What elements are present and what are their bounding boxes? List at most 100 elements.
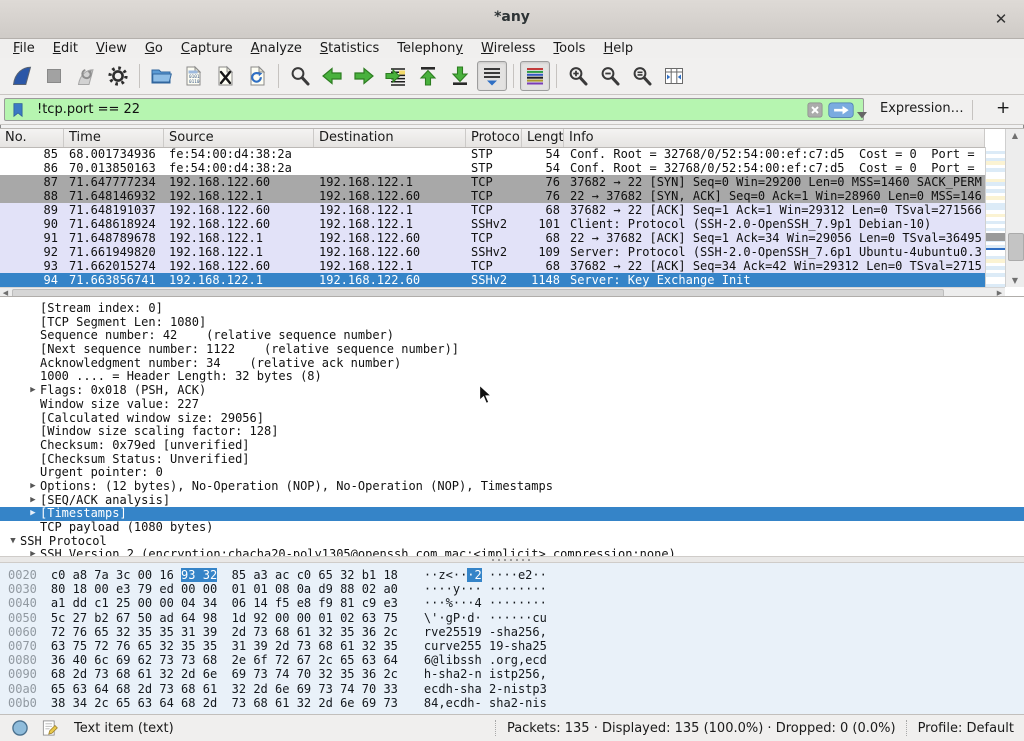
hex-ascii[interactable]: ···%···4 ········ [398, 596, 547, 610]
go-back-icon[interactable] [317, 61, 347, 91]
go-forward-icon[interactable] [349, 61, 379, 91]
column-header-length[interactable]: Length [522, 129, 564, 147]
packet-row-94[interactable]: 9471.663856741192.168.122.1192.168.122.6… [0, 273, 985, 287]
detail-row[interactable]: [Calculated window size: 29056] [0, 412, 1024, 426]
detail-row[interactable]: ▶SSH Version 2 (encryption:chacha20-poly… [0, 548, 1024, 556]
detail-row[interactable]: TCP payload (1080 bytes) [0, 521, 1024, 535]
column-header-source[interactable]: Source [164, 129, 314, 147]
hex-row-0080[interactable]: 008036 40 6c 69 62 73 73 68 2e 6f 72 67 … [8, 653, 1024, 667]
column-header-info[interactable]: Info [564, 129, 985, 147]
vscroll-thumb[interactable] [1008, 233, 1024, 261]
packet-row-93[interactable]: 9371.662015274192.168.122.60192.168.122.… [0, 259, 985, 273]
packet-row-89[interactable]: 8971.648191037192.168.122.60192.168.122.… [0, 203, 985, 217]
hex-ascii[interactable]: ecdh-sha 2-nistp3 [398, 682, 547, 696]
hex-row-0060[interactable]: 006072 76 65 32 35 35 31 39 2d 73 68 61 … [8, 625, 1024, 639]
hex-bytes[interactable]: 72 76 65 32 35 35 31 39 2d 73 68 61 32 3… [51, 625, 398, 639]
hex-row-0050[interactable]: 00505c 27 b2 67 50 ad 64 98 1d 92 00 00 … [8, 611, 1024, 625]
detail-row[interactable]: Window size value: 227 [0, 398, 1024, 412]
menu-capture[interactable]: Capture [172, 40, 242, 57]
zoom-in-icon[interactable] [563, 61, 593, 91]
scroll-up-icon[interactable]: ▲ [1006, 129, 1024, 142]
detail-row[interactable]: Sequence number: 42 (relative sequence n… [0, 329, 1024, 343]
hex-bytes[interactable]: 80 18 00 e3 79 ed 00 00 01 01 08 0a d9 8… [51, 582, 398, 596]
menu-wireless[interactable]: Wireless [472, 40, 544, 57]
hex-row-00b0[interactable]: 00b038 34 2c 65 63 64 68 2d 73 68 61 32 … [8, 696, 1024, 710]
hex-row-0040[interactable]: 0040a1 dd c1 25 00 00 04 34 06 14 f5 e8 … [8, 596, 1024, 610]
detail-row[interactable]: ▶[SEQ/ACK analysis] [0, 494, 1024, 508]
hex-ascii[interactable]: ··z<···2 ····e2·· [398, 568, 547, 582]
zoom-reset-icon[interactable] [627, 61, 657, 91]
detail-row[interactable]: [Window size scaling factor: 128] [0, 425, 1024, 439]
detail-row[interactable]: Checksum: 0x79ed [unverified] [0, 439, 1024, 453]
column-header-protocol[interactable]: Protocol [466, 129, 522, 147]
hex-bytes[interactable]: a1 dd c1 25 00 00 04 34 06 14 f5 e8 f9 8… [51, 596, 398, 610]
expander-right-icon[interactable]: ▶ [26, 494, 40, 508]
capture-stop-icon[interactable] [39, 61, 69, 91]
menu-edit[interactable]: Edit [44, 40, 87, 57]
detail-row[interactable]: ▶[Timestamps] [0, 507, 1024, 521]
menu-file[interactable]: File [4, 40, 44, 57]
hex-row-0070[interactable]: 007063 75 72 76 65 32 35 35 31 39 2d 73 … [8, 639, 1024, 653]
hex-bytes[interactable]: 63 75 72 76 65 32 35 35 31 39 2d 73 68 6… [51, 639, 398, 653]
add-filter-button[interactable]: + [996, 98, 1010, 118]
clear-filter-icon[interactable] [806, 101, 824, 119]
packet-row-85[interactable]: 8568.001734936fe:54:00:d4:38:2aSTP54Conf… [0, 147, 985, 161]
hex-bytes[interactable]: c0 a8 7a 3c 00 16 93 32 85 a3 ac c0 65 3… [51, 568, 398, 582]
detail-row[interactable]: Acknowledgment number: 34 (relative ack … [0, 357, 1024, 371]
menu-help[interactable]: Help [594, 40, 642, 57]
hex-bytes[interactable]: 65 63 64 68 2d 73 68 61 32 2d 6e 69 73 7… [51, 682, 398, 696]
column-header-time[interactable]: Time [64, 129, 164, 147]
filter-bookmark-icon[interactable] [9, 101, 27, 119]
zoom-out-icon[interactable] [595, 61, 625, 91]
pane-splitter[interactable] [0, 556, 1024, 563]
filter-history-dropdown-icon[interactable] [856, 105, 868, 115]
detail-row[interactable]: ▶Flags: 0x018 (PSH, ACK) [0, 384, 1024, 398]
profile-label[interactable]: Profile: Default [918, 721, 1014, 736]
expander-right-icon[interactable]: ▶ [26, 507, 40, 521]
hex-ascii[interactable]: \'·gP·d· ······cu [398, 611, 547, 625]
detail-row[interactable]: 1000 .... = Header Length: 32 bytes (8) [0, 370, 1024, 384]
detail-row[interactable]: ▼SSH Protocol [0, 535, 1024, 549]
menu-view[interactable]: View [87, 40, 136, 57]
detail-row[interactable]: [Stream index: 0] [0, 302, 1024, 316]
go-last-icon[interactable] [445, 61, 475, 91]
hex-ascii[interactable]: 6@libssh .org,ecd [398, 653, 547, 667]
go-to-packet-icon[interactable] [381, 61, 411, 91]
hex-bytes[interactable]: 36 40 6c 69 62 73 73 68 2e 6f 72 67 2c 6… [51, 653, 398, 667]
menu-statistics[interactable]: Statistics [311, 40, 388, 57]
capture-comment-icon[interactable] [40, 718, 60, 738]
hex-row-00a0[interactable]: 00a065 63 64 68 2d 73 68 61 32 2d 6e 69 … [8, 682, 1024, 696]
detail-row[interactable]: [Checksum Status: Unverified] [0, 453, 1024, 467]
hex-row-0030[interactable]: 003080 18 00 e3 79 ed 00 00 01 01 08 0a … [8, 582, 1024, 596]
file-close-icon[interactable] [210, 61, 240, 91]
expander-right-icon[interactable]: ▶ [26, 548, 40, 556]
hex-ascii[interactable]: rve25519 -sha256, [398, 625, 547, 639]
scroll-down-icon[interactable]: ▼ [1006, 274, 1024, 287]
detail-row[interactable]: [TCP Segment Len: 1080] [0, 316, 1024, 330]
colorize-icon[interactable] [520, 61, 550, 91]
apply-filter-icon[interactable] [828, 101, 854, 119]
expert-info-icon[interactable] [10, 718, 30, 738]
detail-row[interactable]: [Next sequence number: 1122 (relative se… [0, 343, 1024, 357]
window-close-button[interactable]: ✕ [990, 8, 1012, 30]
packet-row-91[interactable]: 9171.648789678192.168.122.1192.168.122.6… [0, 231, 985, 245]
hex-ascii[interactable]: ····y··· ········ [398, 582, 547, 596]
hex-ascii[interactable]: h-sha2-n istp256, [398, 667, 547, 681]
detail-row[interactable]: Urgent pointer: 0 [0, 466, 1024, 480]
column-header-no[interactable]: No. [0, 129, 64, 147]
hex-row-0020[interactable]: 0020c0 a8 7a 3c 00 16 93 32 85 a3 ac c0 … [8, 568, 1024, 582]
expander-down-icon[interactable]: ▼ [6, 535, 20, 549]
file-open-icon[interactable] [146, 61, 176, 91]
expression-button[interactable]: Expression… [880, 101, 964, 116]
hex-bytes[interactable]: 68 2d 73 68 61 32 2d 6e 69 73 74 70 32 3… [51, 667, 398, 681]
menu-analyze[interactable]: Analyze [242, 40, 311, 57]
packet-row-92[interactable]: 9271.661949820192.168.122.1192.168.122.6… [0, 245, 985, 259]
packet-row-88[interactable]: 8871.648146932192.168.122.1192.168.122.6… [0, 189, 985, 203]
detail-row[interactable]: ▶Options: (12 bytes), No-Operation (NOP)… [0, 480, 1024, 494]
packet-row-86[interactable]: 8670.013850163fe:54:00:d4:38:2aSTP54Conf… [0, 161, 985, 175]
titlebar[interactable]: *any ✕ [0, 0, 1024, 39]
packet-list-vscrollbar[interactable]: ▲ ▼ [1005, 129, 1024, 287]
packet-list-minimap[interactable] [985, 147, 1005, 287]
column-header-destination[interactable]: Destination [314, 129, 466, 147]
file-reload-icon[interactable] [242, 61, 272, 91]
